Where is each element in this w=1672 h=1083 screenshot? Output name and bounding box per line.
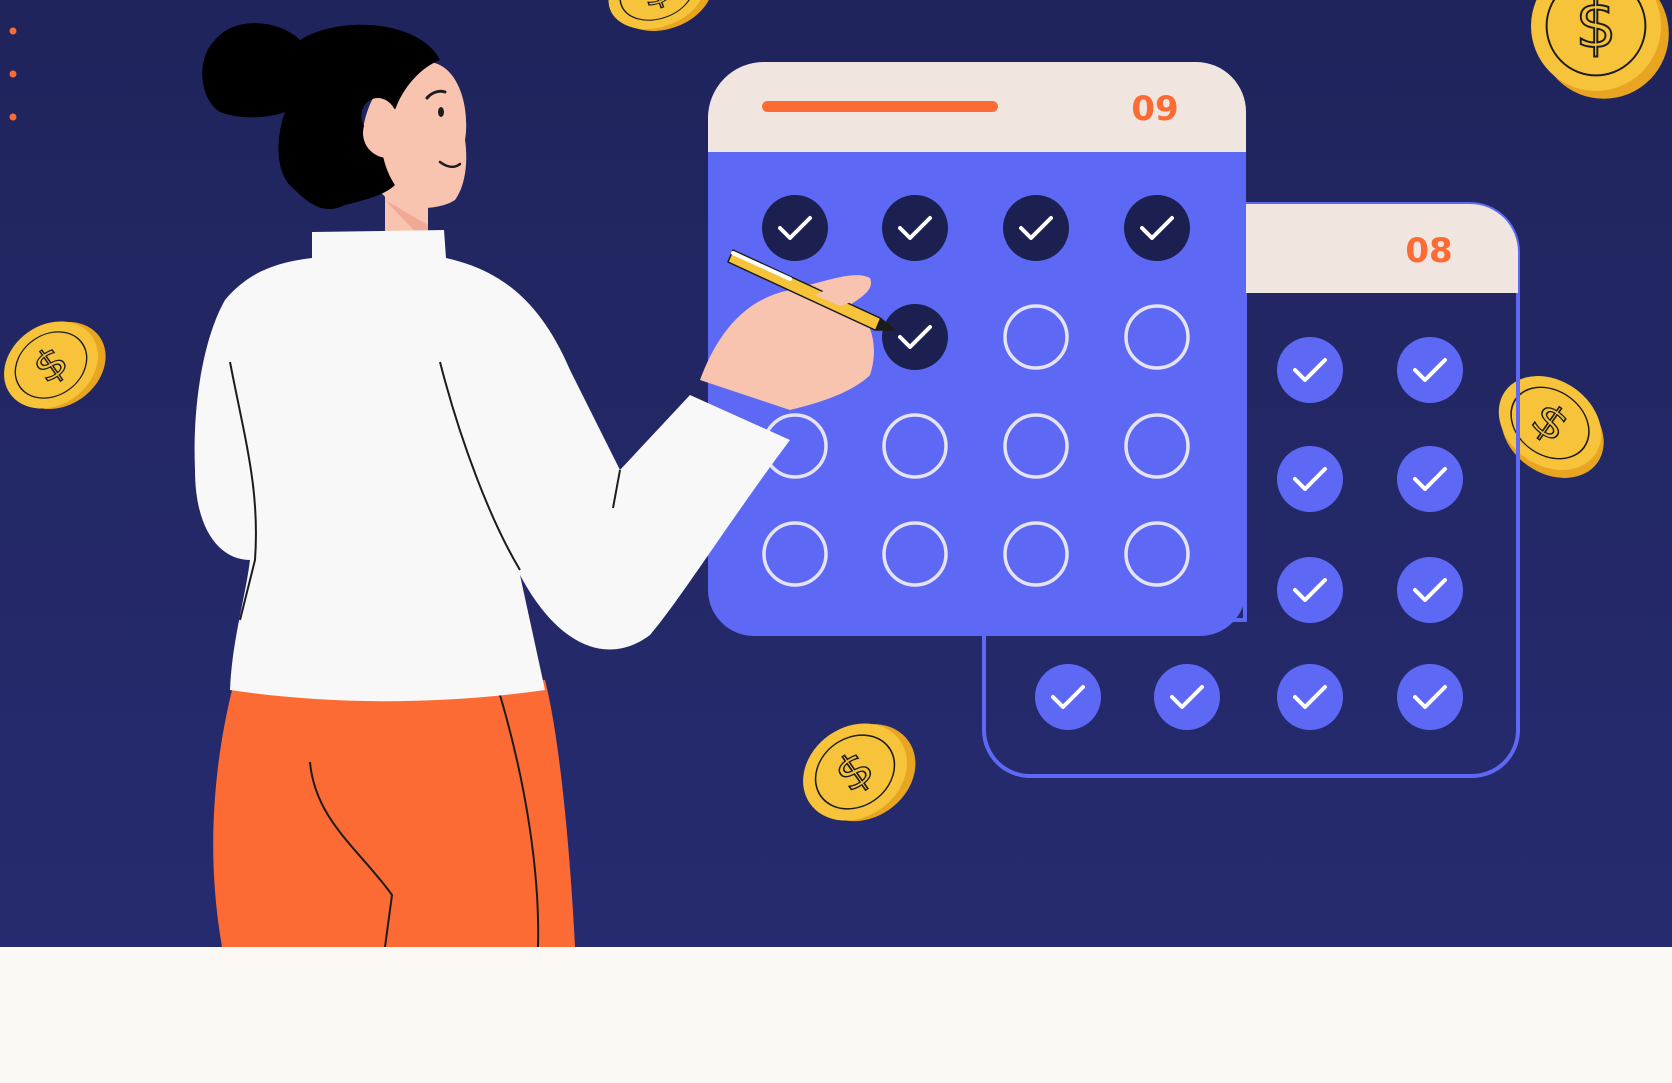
illustration-svg: $ 08 09 [0, 0, 1670, 947]
dollar-coin-icon [1476, 355, 1626, 499]
dollar-coin-icon [1530, 0, 1670, 100]
dollar-coin-icon [783, 699, 936, 846]
decorative-dots [9, 27, 17, 121]
dollar-coin-icon [597, 0, 724, 47]
calendar-title-bar [762, 101, 998, 112]
dollar-coin-icon [0, 299, 124, 432]
illustration-scene: $ 08 09 [0, 0, 1672, 947]
floor [0, 947, 1672, 1083]
calendar-back-month: 08 [1405, 231, 1452, 271]
calendar-front-month: 09 [1131, 89, 1178, 129]
